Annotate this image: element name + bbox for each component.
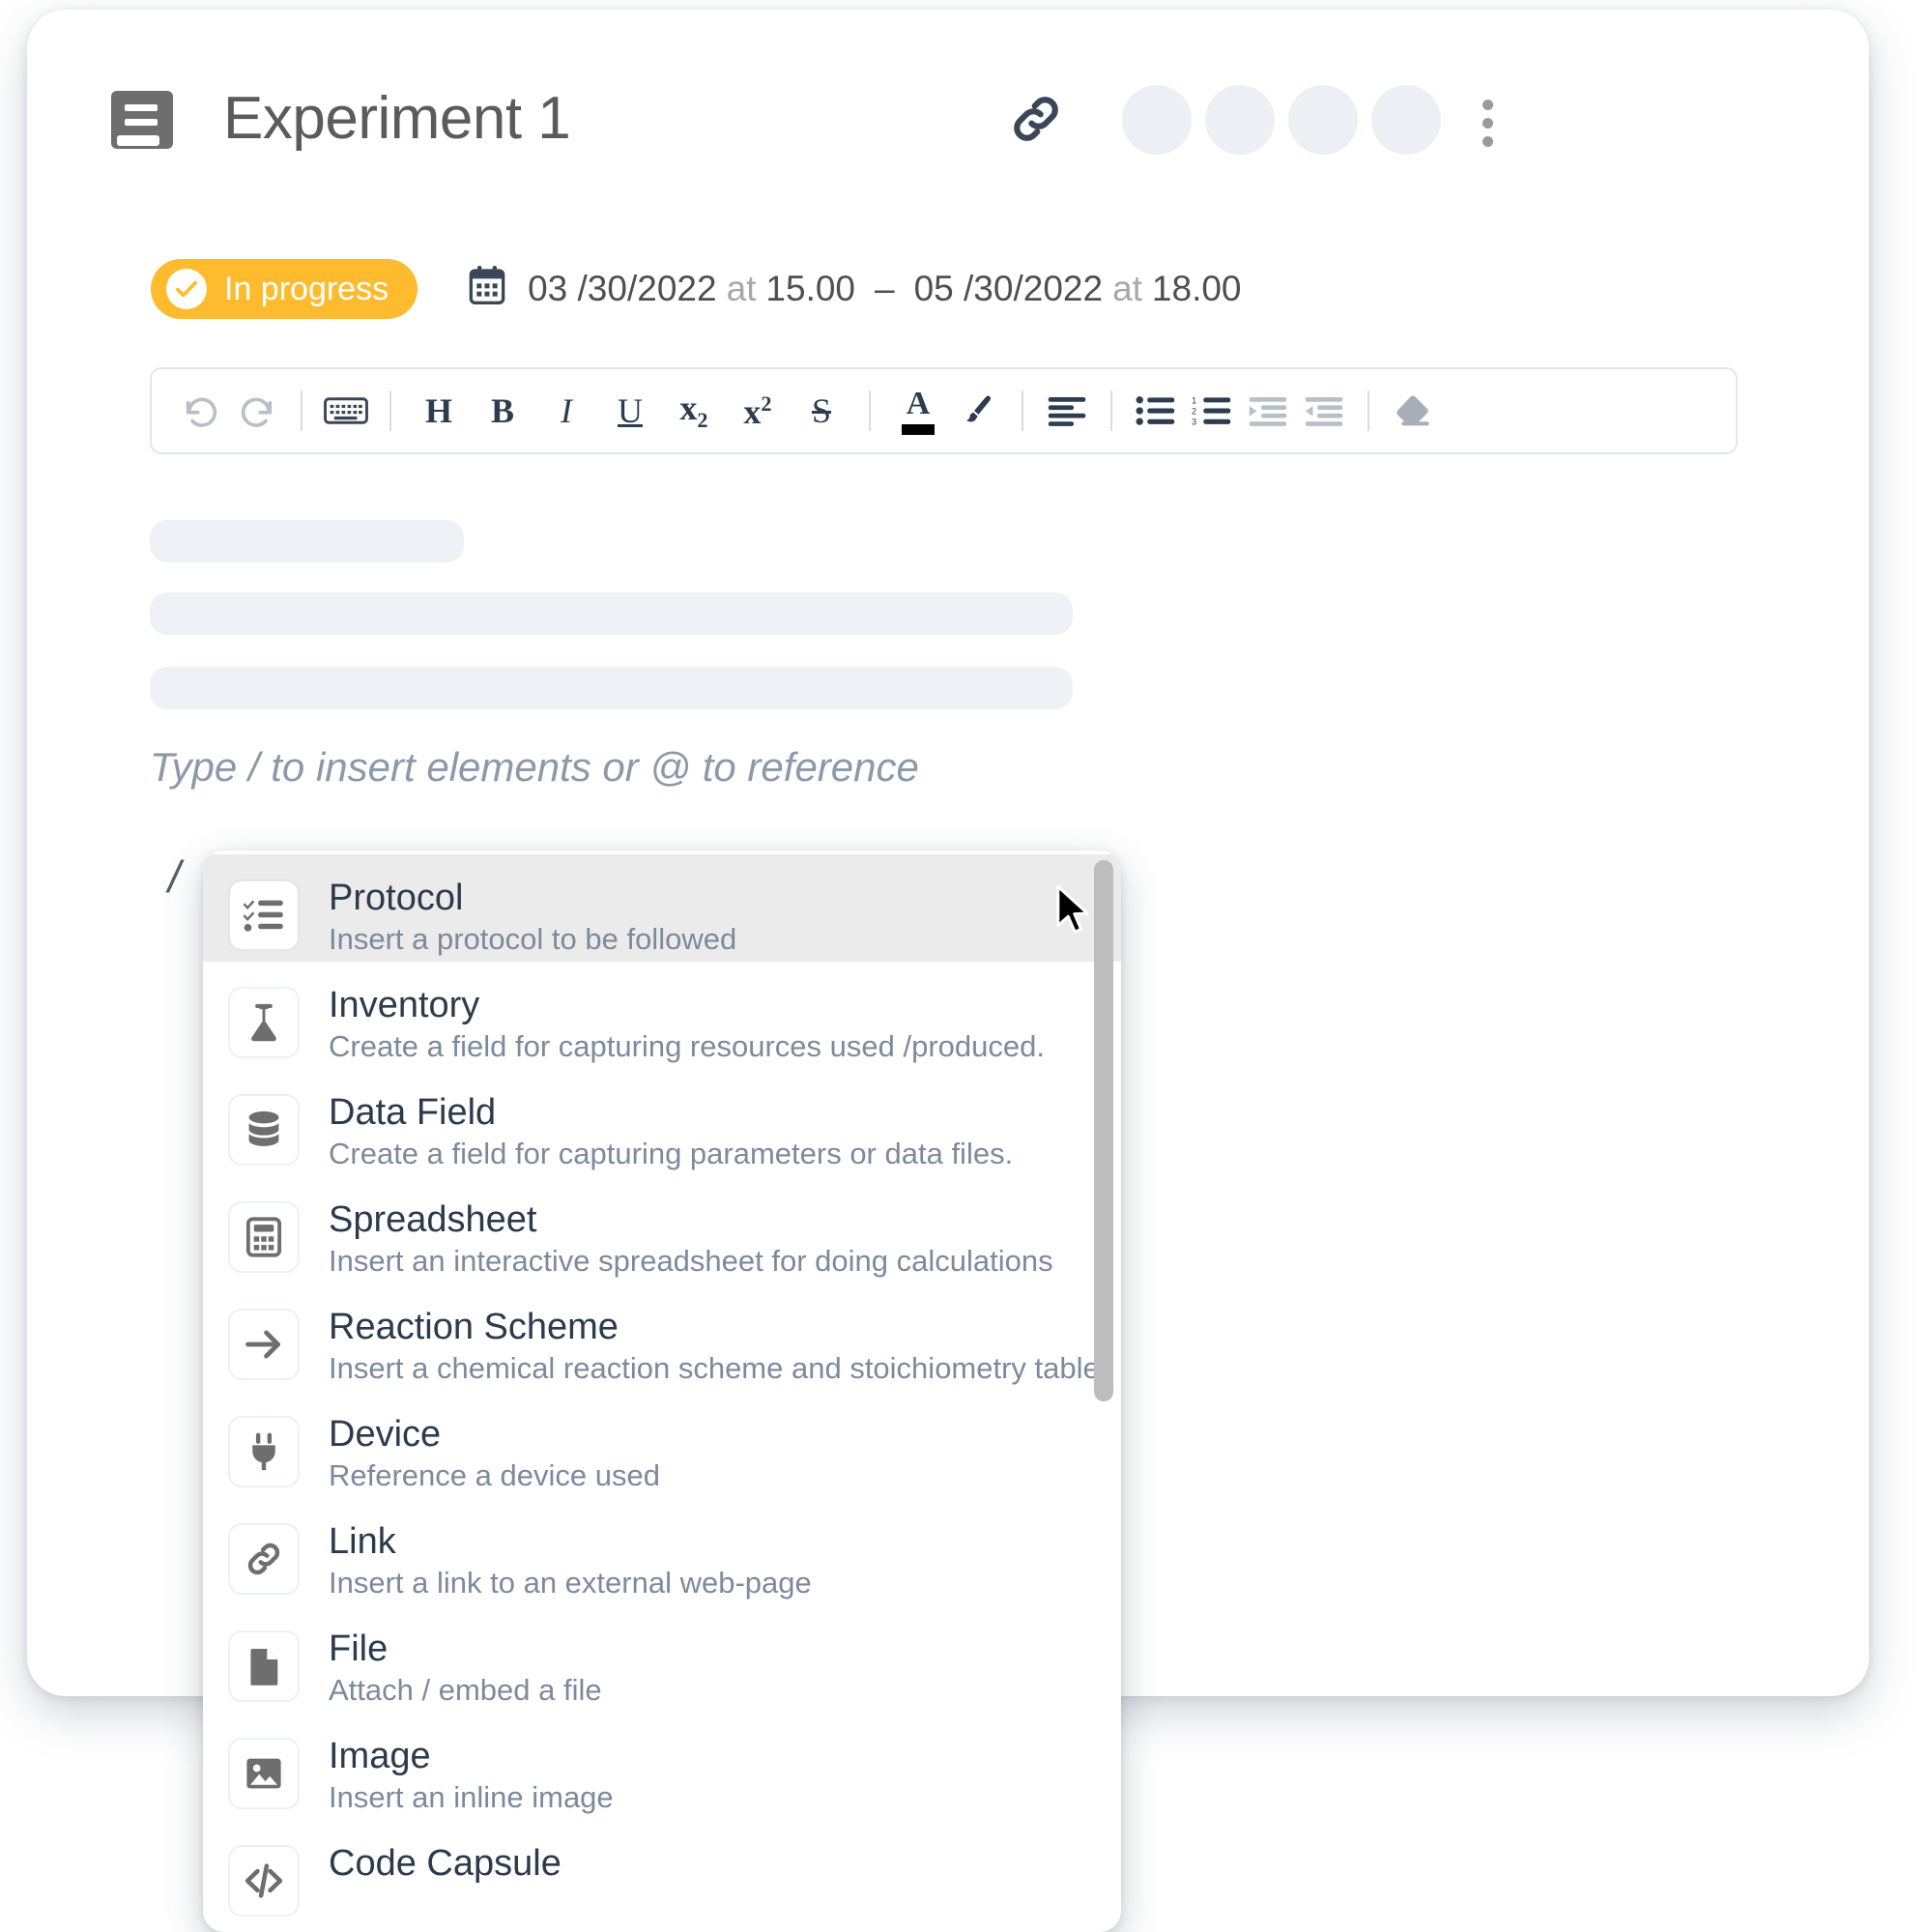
start-time: 15.00 bbox=[765, 269, 856, 308]
italic-button[interactable]: I bbox=[534, 383, 598, 439]
flask-icon bbox=[228, 987, 300, 1058]
menu-item-code-capsule[interactable]: Code Capsule bbox=[203, 1820, 1121, 1927]
content-placeholder-line bbox=[150, 592, 1073, 635]
menu-item-desc: Insert a protocol to be followed bbox=[329, 921, 737, 956]
file-icon bbox=[228, 1630, 300, 1702]
menu-item-desc: Create a field for capturing parameters … bbox=[329, 1136, 1014, 1170]
link-icon[interactable] bbox=[1006, 89, 1066, 149]
end-time: 18.00 bbox=[1151, 269, 1242, 308]
menu-item-inventory[interactable]: Inventory Create a field for capturing r… bbox=[203, 962, 1121, 1069]
heading-button[interactable]: H bbox=[407, 383, 471, 439]
text-color-button[interactable]: A bbox=[886, 383, 950, 439]
separator bbox=[1368, 390, 1369, 431]
menu-item-desc: Insert a chemical reaction scheme and st… bbox=[329, 1350, 1100, 1385]
avatar-group bbox=[1122, 85, 1441, 155]
header: Experiment 1 bbox=[100, 68, 1811, 174]
menu-item-title: Code Capsule bbox=[329, 1843, 561, 1884]
indent-icon[interactable] bbox=[1240, 383, 1296, 439]
highlight-brush-icon[interactable] bbox=[950, 383, 1006, 439]
end-at-label: at bbox=[1112, 269, 1142, 308]
book-icon bbox=[100, 79, 181, 160]
avatar[interactable] bbox=[1122, 85, 1192, 155]
menu-item-device[interactable]: Device Reference a device used bbox=[203, 1391, 1121, 1498]
menu-item-link[interactable]: Link Insert a link to an external web-pa… bbox=[203, 1498, 1121, 1605]
menu-item-data-field[interactable]: Data Field Create a field for capturing … bbox=[203, 1069, 1121, 1176]
screen: Experiment 1 In progress 03 /30/2022 at … bbox=[0, 0, 1929, 1932]
superscript-button[interactable]: x2 bbox=[726, 383, 790, 439]
bold-button[interactable]: B bbox=[471, 383, 534, 439]
avatar[interactable] bbox=[1371, 85, 1441, 155]
database-icon bbox=[228, 1094, 300, 1166]
bulleted-list-icon[interactable] bbox=[1128, 383, 1184, 439]
numbered-list-icon[interactable]: 1 2 3 bbox=[1184, 383, 1240, 439]
calculator-icon bbox=[228, 1201, 300, 1273]
menu-item-title: Protocol bbox=[329, 878, 464, 918]
strikethrough-button[interactable]: S bbox=[790, 383, 853, 439]
checklist-icon bbox=[228, 879, 300, 951]
menu-item-reaction-scheme[interactable]: Reaction Scheme Insert a chemical reacti… bbox=[203, 1283, 1121, 1391]
svg-text:2: 2 bbox=[1192, 407, 1196, 417]
separator bbox=[389, 390, 391, 431]
page-title: Experiment 1 bbox=[223, 85, 571, 152]
arrow-right-icon bbox=[228, 1309, 300, 1380]
image-icon bbox=[228, 1738, 300, 1809]
outdent-icon[interactable] bbox=[1296, 383, 1352, 439]
menu-item-desc: Insert an interactive spreadsheet for do… bbox=[329, 1243, 1053, 1278]
status-badge[interactable]: In progress bbox=[151, 259, 418, 319]
menu-item-desc: Insert a link to an external web-page bbox=[329, 1565, 812, 1600]
redo-icon[interactable] bbox=[229, 383, 285, 439]
menu-item-file[interactable]: File Attach / embed a file bbox=[203, 1605, 1121, 1713]
menu-item-title: Device bbox=[329, 1414, 442, 1455]
undo-icon[interactable] bbox=[173, 383, 229, 439]
more-vertical-icon[interactable] bbox=[1476, 93, 1499, 153]
avatar[interactable] bbox=[1288, 85, 1358, 155]
plug-icon bbox=[228, 1416, 300, 1487]
menu-item-title: Image bbox=[329, 1736, 431, 1776]
menu-item-title: Link bbox=[329, 1521, 396, 1562]
menu-item-title: File bbox=[329, 1629, 389, 1669]
content-placeholder-line bbox=[150, 520, 464, 562]
start-at-label: at bbox=[726, 269, 757, 308]
eraser-icon[interactable] bbox=[1385, 383, 1441, 439]
menu-item-spreadsheet[interactable]: Spreadsheet Insert an interactive spread… bbox=[203, 1176, 1121, 1283]
svg-text:3: 3 bbox=[1192, 418, 1196, 427]
svg-text:1: 1 bbox=[1192, 395, 1196, 405]
date-range[interactable]: 03 /30/2022 at 15.00 – 05 /30/2022 at 18… bbox=[468, 264, 1242, 315]
separator bbox=[869, 390, 871, 431]
underline-button[interactable]: U bbox=[598, 383, 662, 439]
typed-slash-character: / bbox=[168, 851, 181, 902]
start-date: 03 /30/2022 bbox=[528, 269, 717, 308]
keyboard-icon[interactable] bbox=[318, 383, 374, 439]
menu-item-title: Inventory bbox=[329, 985, 480, 1025]
status-label: In progress bbox=[224, 270, 389, 307]
range-dash: – bbox=[875, 269, 895, 308]
menu-item-desc: Insert an inline image bbox=[329, 1779, 614, 1814]
menu-item-desc: Create a field for capturing resources u… bbox=[329, 1028, 1045, 1063]
experiment-meta-row: In progress 03 /30/2022 at 15.00 – 05 /3… bbox=[151, 259, 1242, 319]
slash-command-menu: Protocol Insert a protocol to be followe… bbox=[203, 851, 1121, 1932]
separator bbox=[1110, 390, 1112, 431]
menu-item-desc: Reference a device used bbox=[329, 1457, 660, 1492]
align-left-icon[interactable] bbox=[1039, 383, 1095, 439]
slash-command-list: Protocol Insert a protocol to be followe… bbox=[203, 851, 1121, 1932]
formatting-toolbar: H B I U x2 x2 S A 1 2 3 bbox=[150, 367, 1738, 454]
menu-item-title: Spreadsheet bbox=[329, 1199, 537, 1240]
menu-item-image[interactable]: Image Insert an inline image bbox=[203, 1713, 1121, 1820]
avatar[interactable] bbox=[1205, 85, 1275, 155]
separator bbox=[1022, 390, 1023, 431]
subscript-button[interactable]: x2 bbox=[662, 383, 726, 439]
menu-item-title: Data Field bbox=[329, 1092, 497, 1133]
end-date: 05 /30/2022 bbox=[913, 269, 1104, 308]
menu-item-desc: Attach / embed a file bbox=[329, 1672, 602, 1707]
code-brackets-icon bbox=[228, 1845, 300, 1917]
menu-item-title: Reaction Scheme bbox=[329, 1307, 619, 1347]
menu-item-protocol[interactable]: Protocol Insert a protocol to be followe… bbox=[203, 854, 1121, 962]
content-placeholder-line bbox=[150, 667, 1073, 709]
link-icon bbox=[228, 1523, 300, 1595]
separator bbox=[301, 390, 302, 431]
calendar-icon bbox=[468, 264, 506, 315]
slash-menu-scrollbar[interactable] bbox=[1094, 860, 1113, 1401]
editor-hint-text: Type / to insert elements or @ to refere… bbox=[150, 744, 919, 790]
check-circle-icon bbox=[166, 269, 207, 309]
